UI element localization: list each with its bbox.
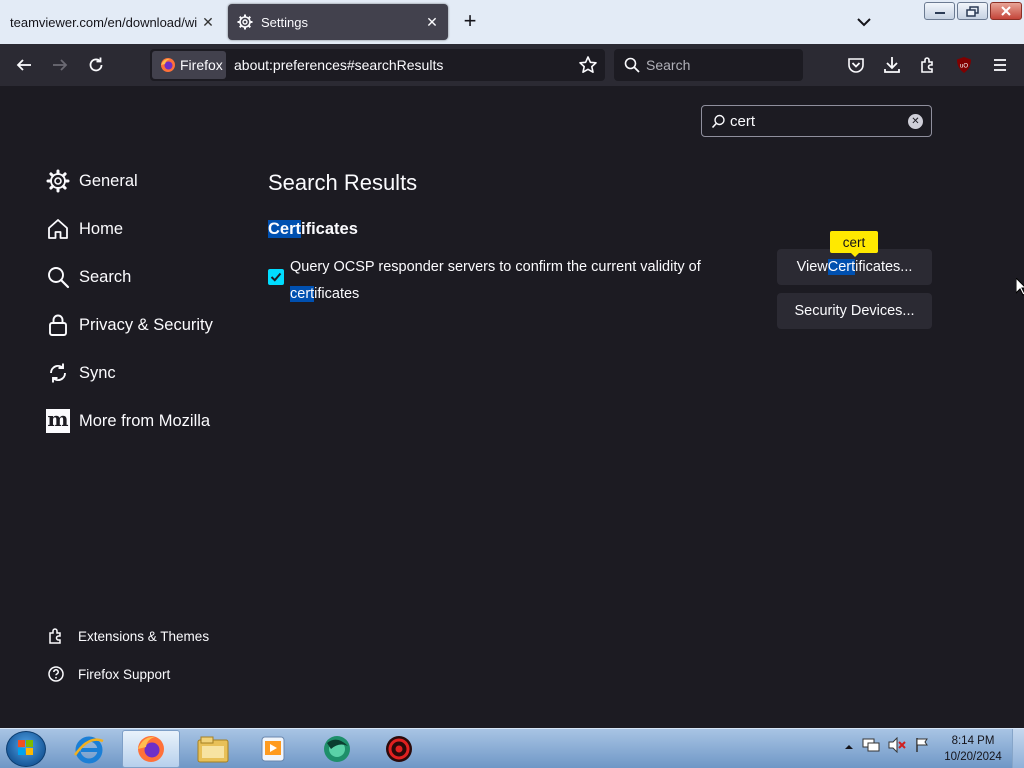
- category-label: Home: [79, 219, 124, 238]
- search-highlight: Cert: [827, 259, 856, 275]
- category-label: Sync: [79, 363, 116, 382]
- search-placeholder: Search: [646, 57, 691, 73]
- home-icon: [45, 216, 71, 242]
- page-title: Search Results: [268, 170, 418, 195]
- category-privacy-security[interactable]: Privacy & Security: [45, 310, 213, 340]
- tab-title: teamviewer.com/en/download/win: [10, 14, 198, 30]
- new-tab-button[interactable]: +: [458, 10, 482, 34]
- volume-muted-icon[interactable]: [888, 736, 906, 758]
- category-sync[interactable]: Sync: [45, 358, 116, 388]
- tab-settings[interactable]: Settings ✕: [228, 4, 448, 40]
- reload-icon[interactable]: [84, 53, 108, 77]
- forward-arrow-icon[interactable]: [48, 53, 72, 77]
- gear-icon: [45, 168, 71, 194]
- category-more-from-mozilla[interactable]: m More from Mozilla: [45, 406, 210, 436]
- show-hidden-icons-icon[interactable]: [844, 739, 854, 757]
- close-window-icon[interactable]: [990, 2, 1022, 20]
- web-search-bar[interactable]: Search: [614, 49, 803, 81]
- identity-box[interactable]: Firefox: [152, 51, 226, 79]
- category-search[interactable]: Search: [45, 262, 131, 292]
- window-controls: [924, 2, 1022, 20]
- ocsp-label[interactable]: Query OCSP responder servers to confirm …: [290, 254, 730, 308]
- footer-label: Extensions & Themes: [78, 628, 210, 644]
- clear-search-icon[interactable]: ✕: [908, 114, 923, 129]
- category-label: Search: [79, 267, 132, 286]
- clock-date: 10/20/2024: [944, 751, 1002, 763]
- svg-text:uO: uO: [960, 64, 968, 70]
- heading-rest: ificates: [301, 220, 358, 238]
- security-devices-button[interactable]: Security Devices...: [777, 293, 932, 329]
- sync-icon: [45, 360, 71, 386]
- category-label: General: [79, 171, 138, 190]
- restore-icon[interactable]: [957, 2, 988, 20]
- browser-icon[interactable]: [308, 730, 366, 768]
- media-player-icon[interactable]: [244, 730, 302, 768]
- category-home[interactable]: Home: [45, 214, 123, 244]
- file-explorer-icon[interactable]: [184, 730, 242, 768]
- system-tray: [844, 736, 930, 758]
- category-label: More from Mozilla: [79, 411, 211, 430]
- back-arrow-icon[interactable]: [12, 53, 36, 77]
- internet-explorer-icon[interactable]: [60, 730, 118, 768]
- clock-time: 8:14 PM: [951, 735, 995, 747]
- bookmark-star-icon[interactable]: [578, 55, 598, 75]
- search-icon: [711, 114, 726, 134]
- menu-hamburger-icon[interactable]: [988, 53, 1012, 77]
- search-highlight: cert: [290, 286, 315, 302]
- category-general[interactable]: General: [45, 166, 138, 196]
- close-tab-icon[interactable]: ✕: [424, 14, 440, 30]
- mozilla-icon: m: [46, 407, 70, 433]
- taskbar-clock[interactable]: 8:14 PM 10/20/2024: [940, 733, 1006, 765]
- firefox-icon: [160, 57, 176, 73]
- firefox-taskbar-icon[interactable]: [122, 730, 180, 768]
- app-icon[interactable]: [370, 730, 428, 768]
- category-label: Privacy & Security: [79, 315, 213, 334]
- search-icon: [45, 264, 71, 290]
- tab-teamviewer[interactable]: teamviewer.com/en/download/win ✕: [0, 0, 226, 44]
- minimize-icon[interactable]: [924, 2, 955, 20]
- tab-strip: teamviewer.com/en/download/win ✕ Setting…: [0, 0, 1024, 44]
- tooltip-arrow: [850, 252, 860, 257]
- puzzle-icon: [45, 625, 67, 647]
- action-center-flag-icon[interactable]: [914, 737, 930, 758]
- footer-label: Firefox Support: [78, 666, 171, 682]
- firefox-support-link[interactable]: Firefox Support: [45, 663, 170, 685]
- show-desktop-button[interactable]: [1012, 729, 1024, 768]
- pocket-icon[interactable]: [844, 53, 868, 77]
- close-tab-icon[interactable]: ✕: [200, 14, 216, 30]
- network-icon[interactable]: [862, 737, 880, 758]
- preferences-search-value: cert: [730, 113, 756, 130]
- downloads-icon[interactable]: [880, 53, 904, 77]
- preferences-search-input[interactable]: cert ✕: [701, 105, 932, 137]
- search-icon: [624, 57, 640, 78]
- lock-icon: [45, 312, 71, 338]
- button-text-before: View: [796, 259, 828, 275]
- tab-title: Settings: [261, 14, 308, 30]
- identity-label: Firefox: [180, 57, 223, 73]
- help-icon: [45, 663, 67, 685]
- taskbar: 8:14 PM 10/20/2024: [0, 728, 1024, 768]
- certificates-heading: Certificates: [268, 220, 358, 239]
- ocsp-checkbox[interactable]: [268, 269, 284, 285]
- button-text-after: ificates...: [855, 259, 913, 275]
- search-match-tooltip: cert: [830, 231, 878, 253]
- search-highlight: Cert: [268, 220, 302, 238]
- url-text[interactable]: about:preferences#searchResults: [234, 57, 443, 73]
- windows-start-button[interactable]: [6, 731, 46, 767]
- nav-bar: Firefox about:preferences#searchResults …: [0, 44, 1024, 86]
- ublock-origin-icon[interactable]: uO: [952, 53, 976, 77]
- chevron-down-icon[interactable]: [852, 10, 876, 34]
- url-bar[interactable]: Firefox about:preferences#searchResults: [150, 49, 605, 81]
- mouse-cursor-icon: [1015, 276, 1024, 301]
- gear-icon: [237, 14, 253, 30]
- extensions-themes-link[interactable]: Extensions & Themes: [45, 625, 209, 647]
- ocsp-text-after: ificates: [314, 286, 360, 302]
- extensions-icon[interactable]: [916, 53, 940, 77]
- ocsp-text-before: Query OCSP responder servers to confirm …: [290, 259, 701, 275]
